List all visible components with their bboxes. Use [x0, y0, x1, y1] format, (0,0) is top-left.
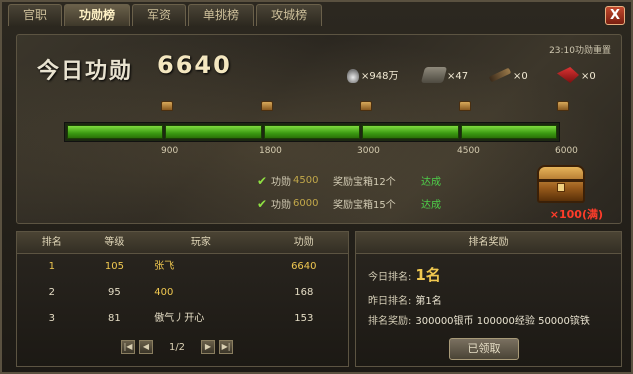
progress-segment	[165, 125, 262, 139]
resource-count: ×0	[513, 71, 528, 82]
progress-segment	[460, 125, 558, 139]
task-name: 功勋	[271, 200, 291, 211]
chest-lid	[539, 179, 583, 182]
claimed-button[interactable]: 已领取	[449, 338, 519, 360]
cell-merit: 153	[294, 313, 314, 324]
page-number: 1/2	[168, 341, 186, 353]
rank-reward-label: 排名奖励:	[368, 316, 412, 327]
header-merit: 功勋	[293, 237, 314, 248]
chest-icon[interactable]	[161, 101, 173, 111]
resource-silver: ×948万	[347, 59, 398, 83]
task-reward: 奖励宝箱12个	[333, 177, 396, 188]
merit-progress-bar	[64, 122, 560, 142]
tab-siege-ranking[interactable]: 攻城榜	[256, 4, 323, 26]
last-page-icon[interactable]: ▶|	[219, 340, 233, 354]
table-row[interactable]: 1 105 张飞 6640	[17, 254, 348, 280]
chest-lock	[557, 183, 565, 192]
tab-bar: 官职 功勋榜 军资 单挑榜 攻城榜	[8, 4, 323, 26]
task-list: ✔ 功勋 4500 奖励宝箱12个 达成 ✔ 功勋 6000 奖励宝箱15个 达…	[257, 169, 441, 215]
task-item: ✔ 功勋 6000 奖励宝箱15个 达成	[257, 192, 441, 215]
silver-ingot-icon	[347, 69, 359, 83]
close-button[interactable]: X	[605, 6, 625, 25]
tab-duel-ranking[interactable]: 单挑榜	[188, 4, 255, 26]
fighter-jet-icon	[557, 67, 579, 83]
cell-player: 傲气丿开心	[154, 313, 205, 324]
progress-segment	[362, 125, 459, 139]
tank-icon	[420, 67, 448, 83]
chest-icon[interactable]	[261, 101, 273, 111]
cell-rank: 1	[48, 261, 55, 272]
milestone-chests	[17, 101, 621, 115]
task-goal: 4500	[293, 175, 319, 186]
cell-player: 张飞	[154, 261, 175, 272]
cell-merit: 6640	[291, 261, 317, 272]
task-name: 功勋	[271, 177, 291, 188]
chest-icon[interactable]	[459, 101, 471, 111]
today-rank-label: 今日排名:	[368, 272, 412, 283]
reset-note: 23:10功勋重置	[549, 46, 611, 56]
pagination: |◀ ◀ 1/2 ▶ ▶|	[121, 340, 233, 354]
first-page-icon[interactable]: |◀	[121, 340, 135, 354]
rank-reward: 排名奖励: 300000银币 100000经验 50000镔铁	[368, 312, 590, 327]
progress-segment	[67, 125, 164, 139]
task-goal: 6000	[293, 198, 319, 209]
table-row[interactable]: 3 81 傲气丿开心 153	[17, 306, 348, 332]
reward-title: 排名奖励	[356, 232, 621, 254]
resource-cannon: ×0	[488, 59, 528, 83]
tab-military-supplies[interactable]: 军资	[132, 4, 187, 26]
prev-page-icon[interactable]: ◀	[139, 340, 153, 354]
merit-ranking-window: 官职 功勋榜 军资 单挑榜 攻城榜 X 今日功勋 6640 23:10功勋重置 …	[0, 0, 633, 374]
merit-panel: 今日功勋 6640 23:10功勋重置 ×948万 ×47 ×0 ×0 900 …	[16, 34, 622, 224]
ranking-table: 排名 等级 玩家 功勋 1 105 张飞 6640 2 95 400 168 3…	[16, 231, 349, 367]
cell-level: 105	[104, 261, 124, 272]
header-level: 等级	[104, 237, 125, 248]
task-reward: 奖励宝箱15个	[333, 200, 396, 211]
merit-title: 今日功勋	[37, 59, 134, 84]
tab-official-rank[interactable]: 官职	[8, 4, 63, 26]
tick-label: 900	[161, 146, 179, 156]
header-rank: 排名	[41, 237, 62, 248]
tick-label: 6000	[555, 146, 578, 156]
resource-count: ×47	[447, 71, 469, 82]
chest-count: ×100(满)	[549, 208, 603, 221]
tick-label: 1800	[259, 146, 282, 156]
check-icon: ✔	[257, 173, 268, 188]
progress-segment	[263, 125, 361, 139]
cell-merit: 168	[294, 287, 314, 298]
next-page-icon[interactable]: ▶	[201, 340, 215, 354]
tab-merit-ranking[interactable]: 功勋榜	[64, 4, 131, 26]
task-status: 达成	[421, 177, 441, 188]
chest-icon[interactable]	[557, 101, 569, 111]
treasure-chest-icon[interactable]	[537, 165, 585, 203]
cell-rank: 3	[48, 313, 55, 324]
today-rank: 今日排名: 1名	[368, 264, 441, 285]
rank-reward-value: 300000银币 100000经验 50000镔铁	[415, 316, 590, 327]
yesterday-rank-value: 第1名	[415, 296, 442, 307]
cell-level: 95	[108, 287, 121, 298]
yesterday-rank-label: 昨日排名:	[368, 296, 412, 307]
tick-label: 3000	[357, 146, 380, 156]
cell-player: 400	[154, 287, 174, 298]
merit-value: 6640	[157, 51, 232, 79]
cell-rank: 2	[48, 287, 55, 298]
tick-label: 4500	[457, 146, 480, 156]
resource-jet: ×0	[557, 59, 596, 83]
resource-tank: ×47	[420, 59, 469, 83]
resource-count: ×948万	[361, 71, 399, 82]
task-status: 达成	[421, 200, 441, 211]
check-icon: ✔	[257, 196, 268, 211]
today-rank-value: 1名	[415, 266, 441, 284]
yesterday-rank: 昨日排名: 第1名	[368, 292, 442, 307]
table-row[interactable]: 2 95 400 168	[17, 280, 348, 306]
task-item: ✔ 功勋 4500 奖励宝箱12个 达成	[257, 169, 441, 192]
table-header: 排名 等级 玩家 功勋	[17, 232, 348, 254]
cell-level: 81	[108, 313, 121, 324]
cannon-icon	[488, 67, 512, 83]
resource-count: ×0	[581, 71, 596, 82]
rank-reward-panel: 排名奖励 今日排名: 1名 昨日排名: 第1名 排名奖励: 300000银币 1…	[355, 231, 622, 367]
header-player: 玩家	[190, 237, 211, 248]
chest-icon[interactable]	[360, 101, 372, 111]
